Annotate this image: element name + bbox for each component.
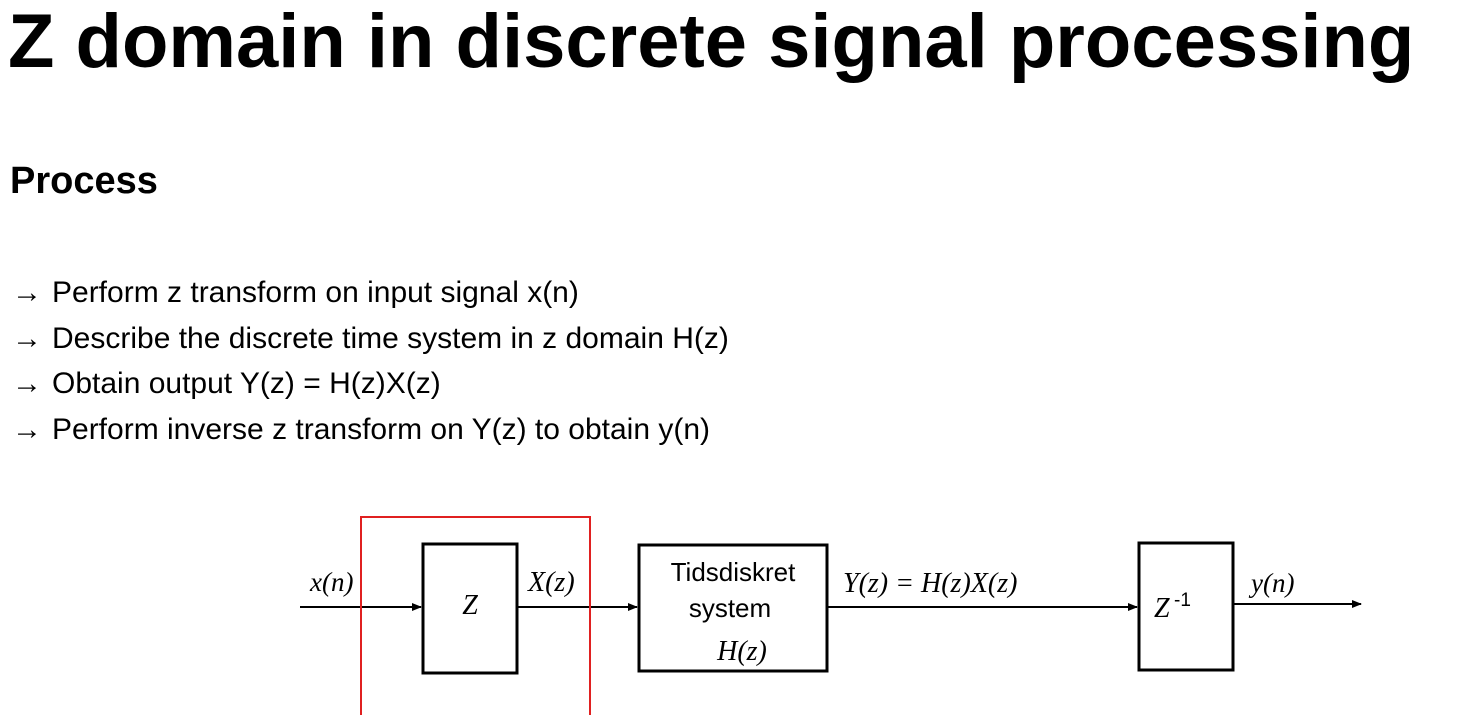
xz-signal-label: X(z): [527, 567, 575, 598]
output-signal-label: y(n): [1248, 568, 1294, 598]
inverse-block-label: Z: [1154, 593, 1170, 624]
block-diagram: x(n) Z X(z) Tidsdiskret system H(z) Y(z)…: [300, 516, 1362, 715]
z-block-label: Z: [462, 590, 478, 621]
system-block-label-line2: system: [689, 593, 771, 623]
yz-signal-label: Y(z) = H(z)X(z): [843, 568, 1017, 599]
system-block-label-line1: Tidsdiskret: [671, 557, 797, 587]
system-block-label-line3: H(z): [716, 636, 767, 667]
inverse-block-exponent: -1: [1174, 590, 1191, 611]
input-signal-label: x(n): [309, 567, 353, 597]
